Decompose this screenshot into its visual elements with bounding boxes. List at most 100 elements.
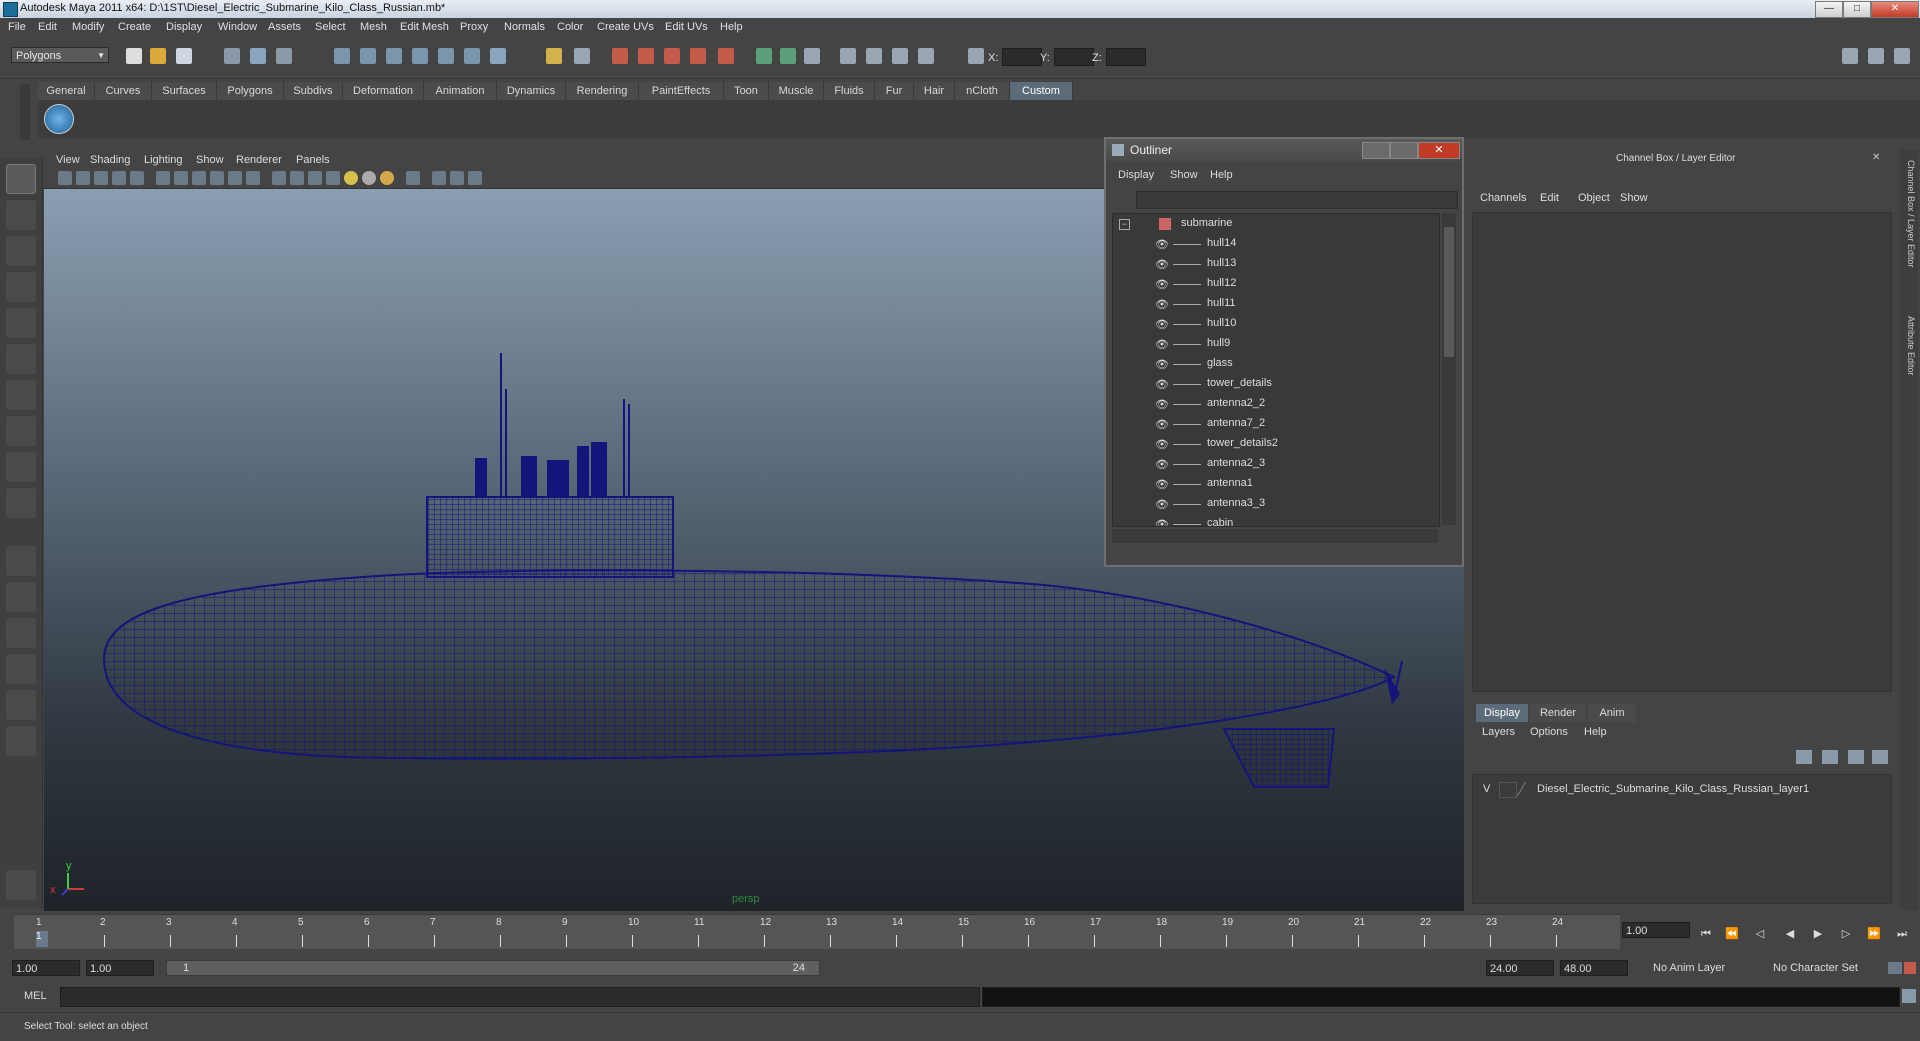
key-icon[interactable] bbox=[1888, 962, 1902, 974]
object-mode-icon[interactable] bbox=[804, 48, 820, 64]
snap-point-icon[interactable] bbox=[386, 48, 402, 64]
lock-icon[interactable] bbox=[546, 48, 562, 64]
menu-edit-uvs[interactable]: Edit UVs bbox=[665, 21, 708, 33]
minimize-button[interactable]: — bbox=[1815, 1, 1843, 18]
menu-proxy[interactable]: Proxy bbox=[460, 21, 488, 33]
cb-menu-channels[interactable]: Channels bbox=[1480, 192, 1526, 204]
outliner-close-icon[interactable]: ✕ bbox=[1418, 142, 1460, 159]
camera-select-icon[interactable] bbox=[58, 171, 72, 185]
hypershade-icon[interactable] bbox=[690, 48, 706, 64]
channel-box-icon[interactable] bbox=[1868, 48, 1884, 64]
command-language-label[interactable]: MEL bbox=[24, 990, 47, 1002]
menu-modify[interactable]: Modify bbox=[72, 21, 104, 33]
shelf-tab-animation[interactable]: Animation bbox=[424, 82, 497, 100]
select-object-icon[interactable] bbox=[250, 48, 266, 64]
viewport-menu-shading[interactable]: Shading bbox=[90, 154, 130, 166]
outliner-menu-help[interactable]: Help bbox=[1210, 169, 1233, 181]
shelf-tab-painteffects[interactable]: PaintEffects bbox=[639, 82, 724, 100]
shelf-tab-dynamics[interactable]: Dynamics bbox=[497, 82, 566, 100]
all-lights-icon[interactable] bbox=[362, 171, 376, 185]
snap-curve-icon[interactable] bbox=[360, 48, 376, 64]
time-slider[interactable]: 1 2 3 4 5 6 7 8 9 10 11 12 13 14 15 16 1… bbox=[14, 914, 1620, 949]
cb-menu-edit[interactable]: Edit bbox=[1540, 192, 1559, 204]
layer-down-icon[interactable] bbox=[1872, 750, 1888, 764]
rename-icon[interactable] bbox=[780, 48, 796, 64]
outliner-row[interactable]: 👁 tower_details2 bbox=[1113, 434, 1439, 454]
outliner-row[interactable]: 👁 hull13 bbox=[1113, 254, 1439, 274]
layer-up-icon[interactable] bbox=[1848, 750, 1864, 764]
outliner-row[interactable]: 👁 hull14 bbox=[1113, 234, 1439, 254]
close-button[interactable]: ✕ bbox=[1871, 1, 1919, 18]
play-forward-icon[interactable]: ▶ bbox=[1808, 926, 1828, 942]
layer-menu-options[interactable]: Options bbox=[1530, 726, 1568, 738]
layer-tab-render[interactable]: Render bbox=[1530, 704, 1586, 722]
viewport-menu-view[interactable]: View bbox=[56, 154, 80, 166]
wireframe-icon[interactable] bbox=[272, 171, 286, 185]
xray-icon[interactable] bbox=[432, 171, 446, 185]
play-backward-icon[interactable]: ◀ bbox=[1780, 926, 1800, 942]
scale-tool-icon[interactable] bbox=[6, 344, 36, 374]
save-scene-icon[interactable] bbox=[176, 48, 192, 64]
shelf-tab-toon[interactable]: Toon bbox=[724, 82, 769, 100]
go-to-end-icon[interactable]: ⏭ bbox=[1892, 926, 1912, 942]
shadows-icon[interactable] bbox=[380, 171, 394, 185]
outliner-row[interactable]: 👁 glass bbox=[1113, 354, 1439, 374]
y-field[interactable] bbox=[1054, 48, 1094, 66]
maximize-button[interactable]: □ bbox=[1843, 1, 1871, 18]
paint-tool-icon[interactable] bbox=[6, 870, 36, 900]
bookmark-icon[interactable] bbox=[94, 171, 108, 185]
wireframe-on-shaded-icon[interactable] bbox=[308, 171, 322, 185]
outliner-row[interactable]: 👁 antenna2_2 bbox=[1113, 394, 1439, 414]
menu-normals[interactable]: Normals bbox=[504, 21, 545, 33]
outliner-row[interactable]: 👁 antenna1 bbox=[1113, 474, 1439, 494]
layout-custom-icon[interactable] bbox=[6, 726, 36, 756]
share-icon[interactable] bbox=[468, 171, 482, 185]
shelf-tab-surfaces[interactable]: Surfaces bbox=[152, 82, 217, 100]
render-settings-icon[interactable] bbox=[664, 48, 680, 64]
camera-icon[interactable] bbox=[840, 48, 856, 64]
layer-menu-help[interactable]: Help bbox=[1584, 726, 1607, 738]
menu-color[interactable]: Color bbox=[557, 21, 583, 33]
shelf-handle[interactable] bbox=[20, 84, 30, 140]
playback-start-field[interactable]: 1.00 bbox=[86, 960, 154, 976]
shelf-tab-ncloth[interactable]: nCloth bbox=[955, 82, 1010, 100]
collapse-icon[interactable]: − bbox=[1119, 219, 1130, 230]
layout-single-icon[interactable] bbox=[6, 546, 36, 576]
layer-visibility-toggle[interactable]: V bbox=[1483, 783, 1490, 795]
start-time-field[interactable]: 1.00 bbox=[12, 960, 80, 976]
safe-action-icon[interactable] bbox=[228, 171, 242, 185]
make-live-icon[interactable] bbox=[438, 48, 454, 64]
menu-edit-mesh[interactable]: Edit Mesh bbox=[400, 21, 449, 33]
cb-menu-object[interactable]: Object bbox=[1578, 192, 1610, 204]
current-frame-marker[interactable]: 1 bbox=[36, 931, 48, 947]
image-plane-icon[interactable] bbox=[112, 171, 126, 185]
menu-assets[interactable]: Assets bbox=[268, 21, 301, 33]
lasso-tool-icon[interactable] bbox=[6, 200, 36, 230]
layout-outliner-icon[interactable] bbox=[6, 618, 36, 648]
side-tab-channel-box[interactable]: Channel Box / Layer Editor bbox=[1902, 160, 1916, 268]
last-tool-icon[interactable] bbox=[6, 488, 36, 518]
select-hierarchy-icon[interactable] bbox=[224, 48, 240, 64]
help-icon[interactable] bbox=[490, 48, 506, 64]
outliner-titlebar[interactable]: Outliner ✕ bbox=[1106, 139, 1462, 161]
outliner-row[interactable]: 👁 antenna7_2 bbox=[1113, 414, 1439, 434]
menu-create[interactable]: Create bbox=[118, 21, 151, 33]
gate-mask-icon[interactable] bbox=[192, 171, 206, 185]
outliner-menu-show[interactable]: Show bbox=[1170, 169, 1198, 181]
snap-view-icon[interactable] bbox=[464, 48, 480, 64]
grid-icon[interactable] bbox=[130, 171, 144, 185]
channel-toggle-icon[interactable] bbox=[918, 48, 934, 64]
outliner-filter-input[interactable] bbox=[1136, 191, 1458, 209]
rotate-tool-icon[interactable] bbox=[6, 308, 36, 338]
tool-settings-icon[interactable] bbox=[892, 48, 908, 64]
layout-icon[interactable] bbox=[1842, 48, 1858, 64]
layer-type-toggle[interactable] bbox=[1499, 782, 1517, 798]
layer-tab-display[interactable]: Display bbox=[1476, 704, 1528, 722]
anim-layer-select[interactable]: No Anim Layer bbox=[1650, 960, 1760, 976]
render-icon[interactable] bbox=[612, 48, 628, 64]
script-editor-icon[interactable] bbox=[1902, 989, 1916, 1003]
shelf-tab-fur[interactable]: Fur bbox=[875, 82, 914, 100]
snap-plane-icon[interactable] bbox=[412, 48, 428, 64]
cb-menu-show[interactable]: Show bbox=[1620, 192, 1648, 204]
go-to-start-icon[interactable]: ⏮ bbox=[1696, 926, 1716, 942]
